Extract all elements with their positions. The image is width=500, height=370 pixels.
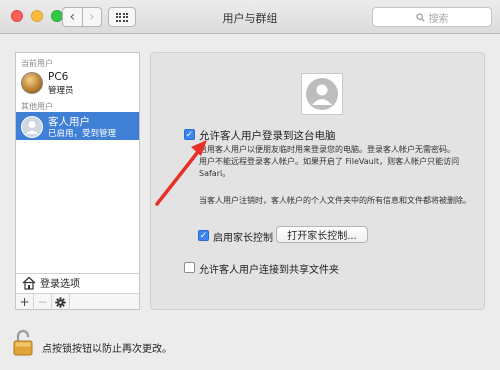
remove-user-button[interactable]: −: [34, 294, 52, 310]
users-sidebar: 当前用户 PC6 管理员 其他用户 客人用户 已启用，受到管理 登录选项 + −: [15, 52, 140, 310]
search-field[interactable]: 搜索: [372, 7, 492, 27]
shared-folders-label: 允许客人用户连接到共享文件夹: [199, 265, 339, 276]
allow-guest-login-checkbox[interactable]: ✓: [184, 129, 195, 140]
open-parental-controls-button[interactable]: 打开家长控制...: [276, 226, 368, 243]
search-placeholder: 搜索: [428, 13, 449, 25]
other-users-heading: 其他用户: [21, 102, 53, 111]
login-options-label: 登录选项: [40, 279, 80, 290]
parental-controls-label: 启用家长控制: [213, 233, 273, 244]
guest-avatar: [301, 73, 343, 115]
user-item-guest[interactable]: 客人用户 已启用，受到管理: [16, 112, 139, 140]
guest-user-settings-panel: ✓ 允许客人用户登录到这台电脑 启用客人用户以便朋友临时用来登录您的电脑。登录客…: [150, 52, 485, 310]
lock-icon[interactable]: [12, 329, 34, 357]
action-menu-button[interactable]: [52, 294, 70, 310]
gear-icon: [55, 296, 66, 308]
guest-description-line: Safari。: [199, 169, 231, 178]
parental-controls-checkbox[interactable]: ✓: [198, 230, 209, 241]
user-role: 已启用，受到管理: [48, 129, 117, 139]
guest-description-line: 用户不能远程登录客人帐户。如果开启了 FileVault，则客人帐户只能访问: [199, 157, 460, 166]
user-item-pc6[interactable]: PC6 管理员: [16, 68, 139, 98]
sidebar-toolbar: + −: [16, 293, 139, 310]
login-options-item[interactable]: 登录选项: [16, 273, 139, 291]
add-user-button[interactable]: +: [16, 294, 34, 310]
avatar: [21, 72, 43, 94]
person-silhouette-icon: [306, 78, 338, 110]
lock-hint-text: 点按锁按钮以防止再次更改。: [42, 344, 172, 355]
user-name: PC6: [48, 71, 69, 83]
title-bar: ‹ › 用户与群组 搜索: [0, 0, 500, 34]
allow-guest-login-label: 允许客人用户登录到这台电脑: [199, 130, 336, 142]
logout-note: 当客人用户注销时，客人帐户的个人文件夹中的所有信息和文件都将被删除。: [199, 196, 471, 205]
user-role: 管理员: [48, 86, 74, 96]
shared-folders-checkbox[interactable]: [184, 262, 195, 273]
search-icon: [415, 12, 425, 22]
guest-user-icon: [21, 116, 43, 138]
guest-description-line: 启用客人用户以便朋友临时用来登录您的电脑。登录客人帐户无需密码。: [199, 145, 455, 154]
house-icon: [22, 276, 36, 290]
